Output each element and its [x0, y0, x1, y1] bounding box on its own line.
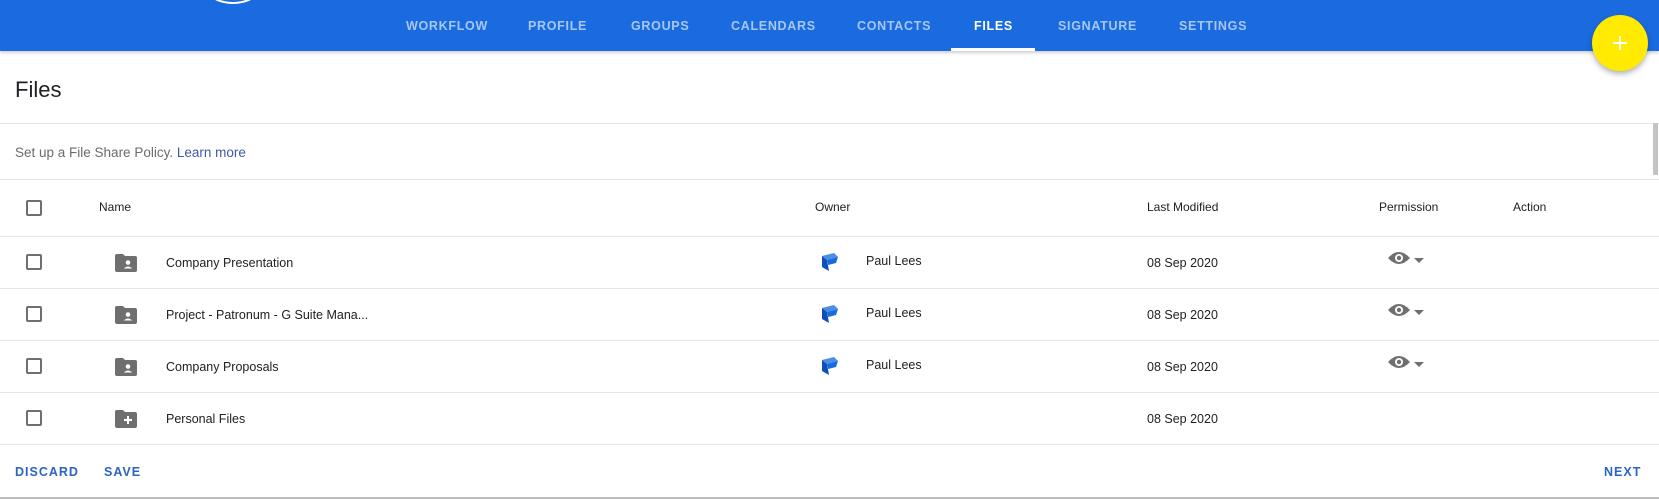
- row-checkbox[interactable]: [26, 254, 42, 270]
- eye-icon: [1388, 251, 1410, 270]
- file-name[interactable]: Company Proposals: [166, 360, 279, 374]
- avatar[interactable]: [196, 0, 270, 4]
- eye-icon: [1388, 355, 1410, 374]
- divider: [0, 340, 1659, 341]
- tab-calendars[interactable]: CALENDARS: [731, 0, 816, 51]
- column-header-owner[interactable]: Owner: [815, 200, 850, 214]
- column-header-permission: Permission: [1379, 200, 1439, 214]
- tab-workflow[interactable]: WORKFLOW: [406, 0, 488, 51]
- shared-folder-icon: [115, 254, 137, 272]
- page-title: Files: [15, 77, 62, 102]
- tab-contacts[interactable]: CONTACTS: [857, 0, 931, 51]
- file-name[interactable]: Project - Patronum - G Suite Mana...: [166, 308, 368, 322]
- owner-name: Paul Lees: [866, 254, 922, 268]
- shared-folder-icon: [115, 306, 137, 324]
- select-all-checkbox[interactable]: [26, 200, 42, 216]
- owner-name: Paul Lees: [866, 358, 922, 372]
- discard-button[interactable]: DISCARD: [15, 465, 79, 479]
- last-modified: 08 Sep 2020: [1147, 360, 1218, 374]
- permission-dropdown[interactable]: [1388, 251, 1428, 269]
- save-button[interactable]: SAVE: [104, 465, 141, 479]
- owner-logo-icon: [821, 356, 839, 376]
- divider: [0, 392, 1659, 393]
- last-modified: 08 Sep 2020: [1147, 308, 1218, 322]
- top-nav-bar: WORKFLOW PROFILE GROUPS CALENDARS CONTAC…: [0, 0, 1659, 51]
- last-modified: 08 Sep 2020: [1147, 256, 1218, 270]
- divider: [0, 179, 1659, 180]
- owner-logo-icon: [821, 252, 839, 272]
- divider: [0, 236, 1659, 237]
- scrollbar-thumb[interactable]: [1653, 123, 1658, 175]
- next-button[interactable]: NEXT: [1604, 465, 1641, 479]
- column-header-last-modified[interactable]: Last Modified: [1147, 200, 1218, 214]
- permission-dropdown[interactable]: [1388, 303, 1428, 321]
- chevron-down-icon: [1414, 355, 1424, 373]
- divider: [0, 288, 1659, 289]
- shared-folder-icon: [115, 358, 137, 376]
- tab-files[interactable]: FILES: [974, 0, 1013, 51]
- file-name[interactable]: Company Presentation: [166, 256, 293, 270]
- file-share-policy-notice: Set up a File Share Policy. Learn more: [15, 145, 246, 160]
- tab-groups[interactable]: GROUPS: [631, 0, 689, 51]
- plus-icon: [1613, 36, 1627, 50]
- column-header-action: Action: [1513, 200, 1547, 214]
- column-header-name[interactable]: Name: [99, 200, 131, 214]
- tab-settings[interactable]: SETTINGS: [1179, 0, 1247, 51]
- add-folder-icon: [115, 410, 137, 428]
- eye-icon: [1388, 303, 1410, 322]
- owner-name: Paul Lees: [866, 306, 922, 320]
- divider: [0, 444, 1659, 445]
- chevron-down-icon: [1414, 303, 1424, 321]
- row-checkbox[interactable]: [26, 358, 42, 374]
- owner-logo-icon: [821, 304, 839, 324]
- learn-more-link[interactable]: Learn more: [177, 145, 246, 160]
- permission-dropdown[interactable]: [1388, 355, 1428, 373]
- last-modified: 08 Sep 2020: [1147, 412, 1218, 426]
- row-checkbox[interactable]: [26, 306, 42, 322]
- divider: [0, 123, 1659, 124]
- add-button[interactable]: [1592, 15, 1648, 71]
- tab-profile[interactable]: PROFILE: [528, 0, 587, 51]
- policy-text: Set up a File Share Policy.: [15, 145, 177, 160]
- tab-signature[interactable]: SIGNATURE: [1058, 0, 1137, 51]
- row-checkbox[interactable]: [26, 410, 42, 426]
- active-tab-indicator: [951, 48, 1035, 51]
- file-name[interactable]: Personal Files: [166, 412, 245, 426]
- divider: [0, 497, 1659, 499]
- chevron-down-icon: [1414, 251, 1424, 269]
